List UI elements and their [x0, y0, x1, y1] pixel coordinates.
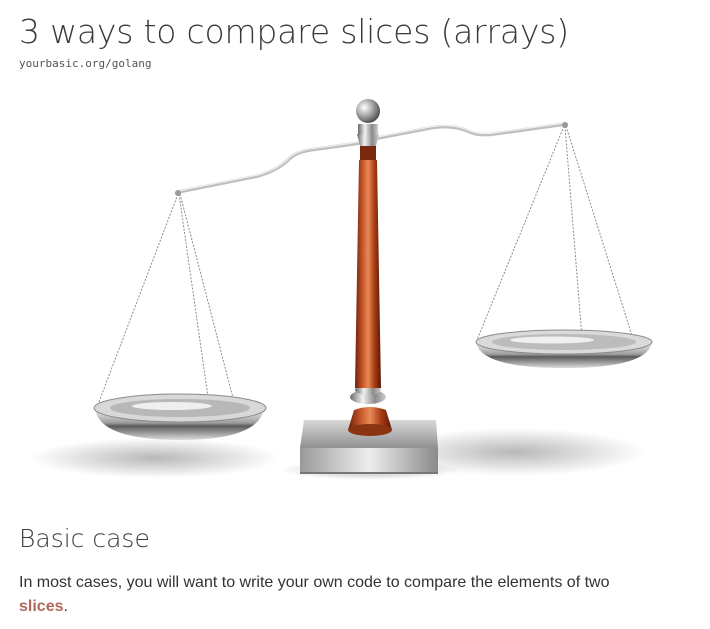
left-pan-shadow [30, 438, 280, 478]
paragraph-text: In most cases, you will want to write yo… [19, 574, 610, 591]
paragraph-end: . [63, 598, 68, 615]
scale-pillar [355, 160, 381, 388]
site-link[interactable]: yourbasic.org/golang [19, 57, 151, 71]
right-pan-chains [476, 125, 635, 343]
section-heading: Basic case [19, 524, 150, 553]
top-ornament [356, 99, 380, 160]
pillar-foot [348, 385, 392, 436]
left-pan-chains [96, 193, 234, 408]
slices-link[interactable]: slices [19, 598, 63, 615]
page-title: 3 ways to compare slices (arrays) [19, 12, 569, 51]
left-pan [93, 393, 267, 440]
balance-scale-image [30, 99, 653, 480]
intro-paragraph: In most cases, you will want to write yo… [19, 571, 639, 619]
right-pan [475, 329, 653, 368]
